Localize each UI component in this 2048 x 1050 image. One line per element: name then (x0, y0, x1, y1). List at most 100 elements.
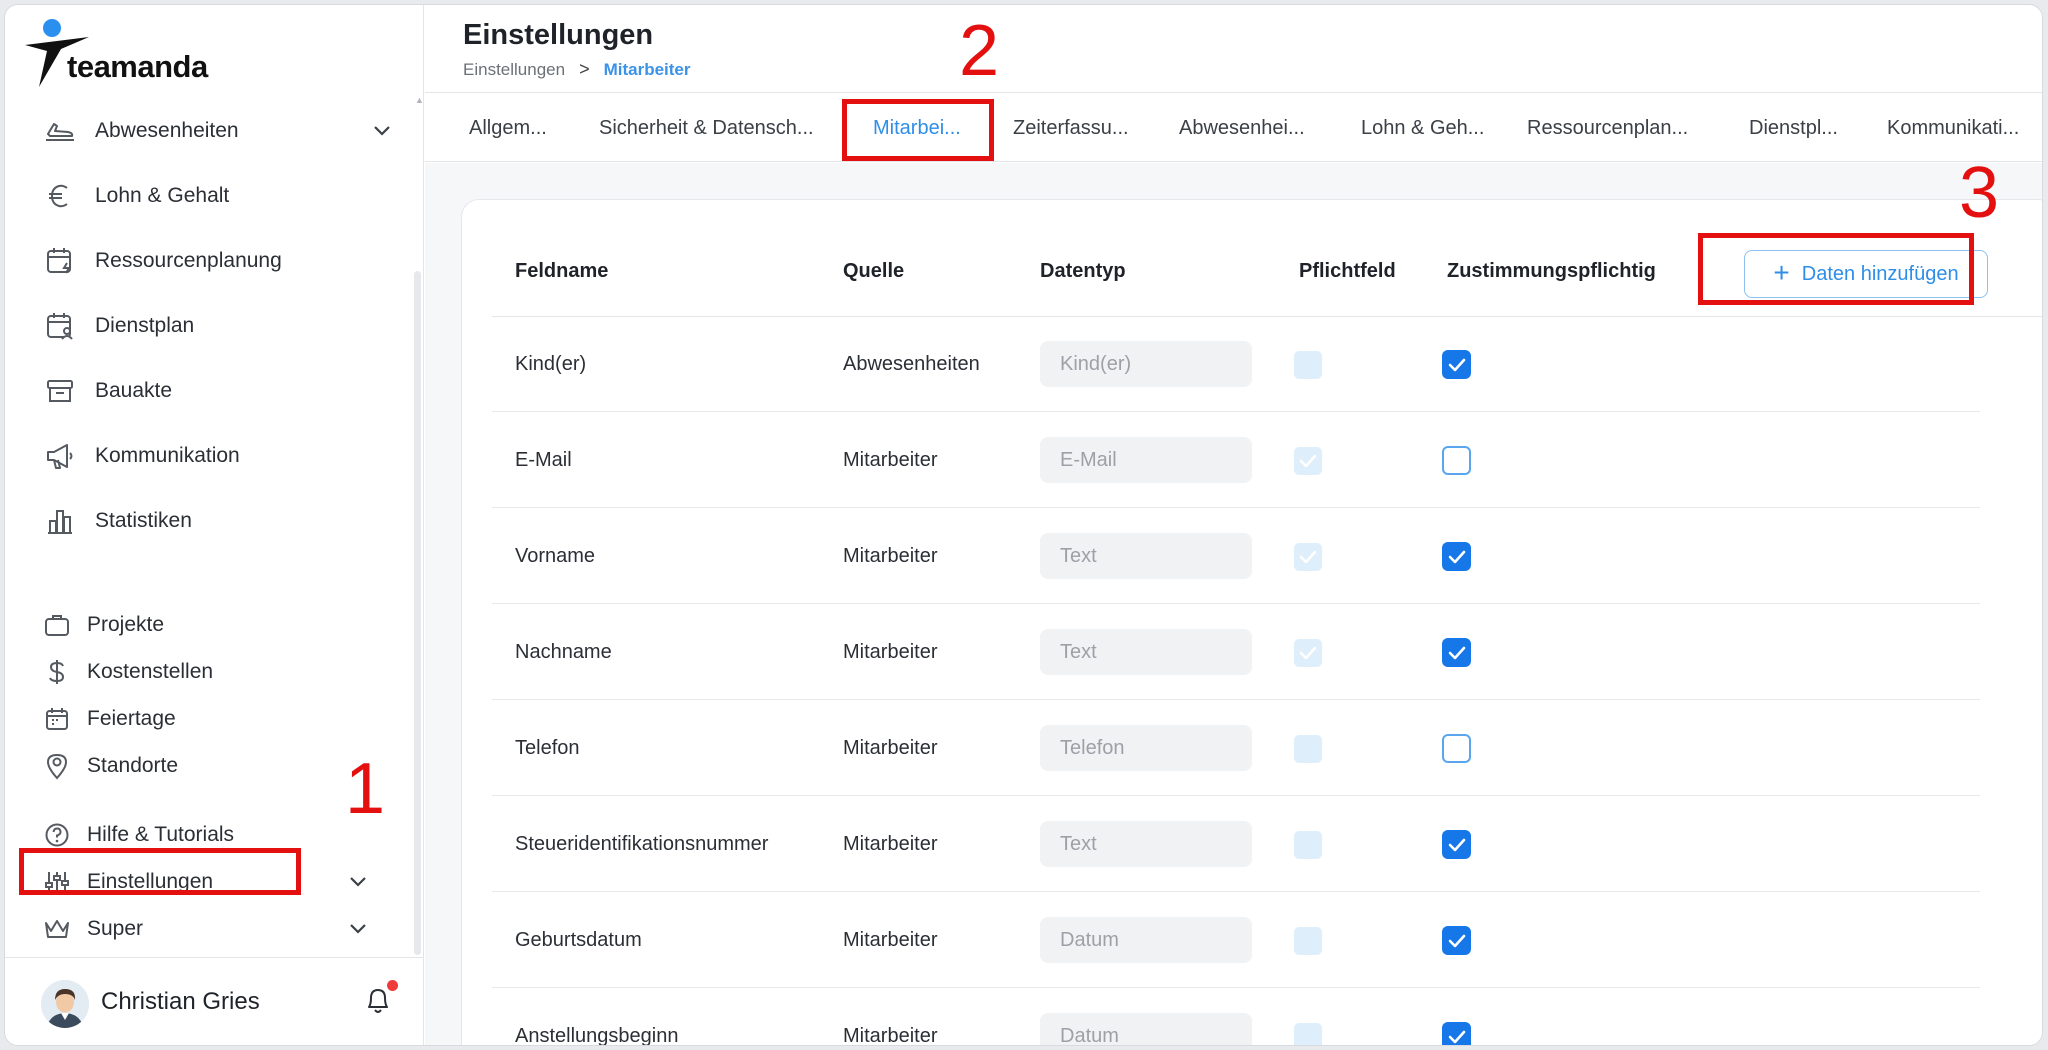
sidebar-item-standorte[interactable]: Standorte (43, 744, 393, 788)
sidebar-item-label: Ressourcenplanung (95, 249, 282, 272)
cell-feldname: Anstellungsbeginn (515, 1025, 679, 1046)
location-pin-icon (43, 752, 71, 780)
plane-icon (43, 114, 77, 148)
settings-tabs: Allgem... Sicherheit & Datensch... Mitar… (425, 94, 2042, 162)
annotation-number-2: 2 (959, 11, 1000, 91)
euro-icon (43, 179, 77, 213)
datentyp-field[interactable]: Text (1040, 821, 1252, 867)
cell-feldname: Geburtsdatum (515, 929, 642, 951)
cell-feldname: E-Mail (515, 449, 572, 471)
table-row: Geburtsdatum Mitarbeiter Datum (492, 893, 1980, 988)
user-name: Christian Gries (101, 988, 260, 1015)
sidebar-item-label: Super (87, 917, 144, 940)
tab-lohn-gehalt[interactable]: Lohn & Geh... (1361, 94, 1484, 162)
sidebar-item-super[interactable]: Super (43, 907, 393, 951)
scroll-up-icon[interactable]: ▲ (415, 95, 424, 105)
sidebar-item-label: Dienstplan (95, 314, 195, 337)
sidebar-item-kostenstellen[interactable]: Kostenstellen (43, 650, 393, 694)
breadcrumb: Einstellungen > Mitarbeiter (463, 59, 691, 80)
annotation-number-1: 1 (345, 749, 386, 829)
datentyp-field[interactable]: Kind(er) (1040, 341, 1252, 387)
zustimmung-checkbox[interactable] (1442, 734, 1471, 763)
pflichtfeld-checkbox[interactable] (1294, 351, 1322, 379)
sidebar-item-statistiken[interactable]: Statistiken (43, 499, 393, 543)
datentyp-field[interactable]: Text (1040, 533, 1252, 579)
zustimmung-checkbox[interactable] (1442, 1022, 1471, 1045)
chevron-down-icon[interactable] (347, 870, 369, 892)
cell-quelle: Mitarbeiter (843, 833, 938, 855)
zustimmung-checkbox[interactable] (1442, 926, 1471, 955)
zustimmung-checkbox[interactable] (1442, 830, 1471, 859)
datentyp-field[interactable]: Text (1040, 629, 1252, 675)
sidebar-item-label: Bauakte (95, 379, 173, 402)
datentyp-field[interactable]: Telefon (1040, 725, 1252, 771)
pflichtfeld-checkbox[interactable] (1294, 639, 1322, 667)
datentyp-field[interactable]: Datum (1040, 917, 1252, 963)
annotation-box-2 (842, 99, 994, 161)
zustimmung-checkbox[interactable] (1442, 350, 1471, 379)
cell-feldname: Nachname (515, 641, 612, 663)
table-row: Steueridentifikationsnummer Mitarbeiter Te… (492, 797, 1980, 892)
calendar-user-icon (43, 309, 77, 343)
teamanda-logo[interactable]: teamanda (23, 17, 243, 87)
table-row: Nachname Mitarbeiter Text (492, 605, 1980, 700)
tab-dienstplan[interactable]: Dienstpl... (1749, 94, 1838, 162)
table-row: Telefon Mitarbeiter Telefon (492, 701, 1980, 796)
calendar-icon (43, 705, 71, 733)
cell-feldname: Steueridentifikationsnummer (515, 833, 769, 855)
megaphone-icon (43, 439, 77, 473)
tab-kommunikation[interactable]: Kommunikati... (1887, 94, 2019, 162)
page-header: Einstellungen Einstellungen > Mitarbeite… (425, 5, 2042, 93)
pflichtfeld-checkbox[interactable] (1294, 543, 1322, 571)
chevron-down-icon[interactable] (347, 917, 369, 939)
sidebar-item-feiertage[interactable]: Feiertage (43, 697, 393, 741)
table-row: Vorname Mitarbeiter Text (492, 509, 1980, 604)
cell-feldname: Vorname (515, 545, 596, 567)
cell-feldname: Kind(er) (515, 353, 587, 375)
zustimmung-checkbox[interactable] (1442, 638, 1471, 667)
sidebar-scrollbar[interactable] (414, 271, 421, 955)
cell-quelle: Abwesenheiten (843, 353, 980, 375)
cell-quelle: Mitarbeiter (843, 641, 938, 663)
sidebar-item-projekte[interactable]: Projekte (43, 603, 393, 647)
annotation-box-1 (19, 848, 301, 895)
sidebar-item-label: Abwesenheiten (95, 119, 239, 142)
sidebar-item-label: Projekte (87, 613, 165, 636)
table-row: Anstellungsbeginn Mitarbeiter Datum (492, 989, 1980, 1046)
tab-allgemein[interactable]: Allgem... (469, 94, 547, 162)
tab-abwesenheiten[interactable]: Abwesenhei... (1179, 94, 1305, 162)
sidebar-item-ressourcenplanung[interactable]: Ressourcenplanung (43, 239, 393, 283)
avatar[interactable] (41, 980, 89, 1028)
zustimmung-checkbox[interactable] (1442, 542, 1471, 571)
cell-quelle: Mitarbeiter (843, 737, 938, 759)
tab-sicherheit[interactable]: Sicherheit & Datensch... (599, 94, 814, 162)
datentyp-field[interactable]: E-Mail (1040, 437, 1252, 483)
pflichtfeld-checkbox[interactable] (1294, 735, 1322, 763)
table-row: E-Mail Mitarbeiter E-Mail (492, 413, 1980, 508)
chevron-down-icon[interactable] (371, 119, 393, 141)
sidebar-item-bauakte[interactable]: Bauakte (43, 369, 393, 413)
app-window: teamanda ▲ Abwesenheiten Lohn & Gehalt R… (4, 4, 2043, 1046)
sidebar-item-label: Hilfe & Tutorials (87, 823, 235, 846)
pflichtfeld-checkbox[interactable] (1294, 831, 1322, 859)
pflichtfeld-checkbox[interactable] (1294, 1023, 1322, 1045)
archive-icon (43, 374, 77, 408)
cell-feldname: Telefon (515, 737, 580, 759)
tab-ressourcenplanung[interactable]: Ressourcenplan... (1527, 94, 1688, 162)
user-profile[interactable]: Christian Gries (5, 957, 424, 1045)
column-header-feldname: Feldname (515, 260, 609, 282)
help-circle-icon (43, 821, 71, 849)
sidebar-item-label: Feiertage (87, 707, 176, 730)
sidebar-item-kommunikation[interactable]: Kommunikation (43, 434, 393, 478)
tab-zeiterfassung[interactable]: Zeiterfassu... (1013, 94, 1129, 162)
zustimmung-checkbox[interactable] (1442, 446, 1471, 475)
sidebar-item-abwesenheiten[interactable]: Abwesenheiten (43, 109, 393, 153)
datentyp-field[interactable]: Datum (1040, 1013, 1252, 1045)
sidebar-item-dienstplan[interactable]: Dienstplan (43, 304, 393, 348)
fields-table-card: Feldname Quelle Datentyp Pflichtfeld Zus… (461, 199, 2042, 1046)
pflichtfeld-checkbox[interactable] (1294, 447, 1322, 475)
pflichtfeld-checkbox[interactable] (1294, 927, 1322, 955)
cell-quelle: Mitarbeiter (843, 449, 938, 471)
sidebar-item-lohn-gehalt[interactable]: Lohn & Gehalt (43, 174, 393, 218)
breadcrumb-item[interactable]: Einstellungen (463, 60, 565, 80)
